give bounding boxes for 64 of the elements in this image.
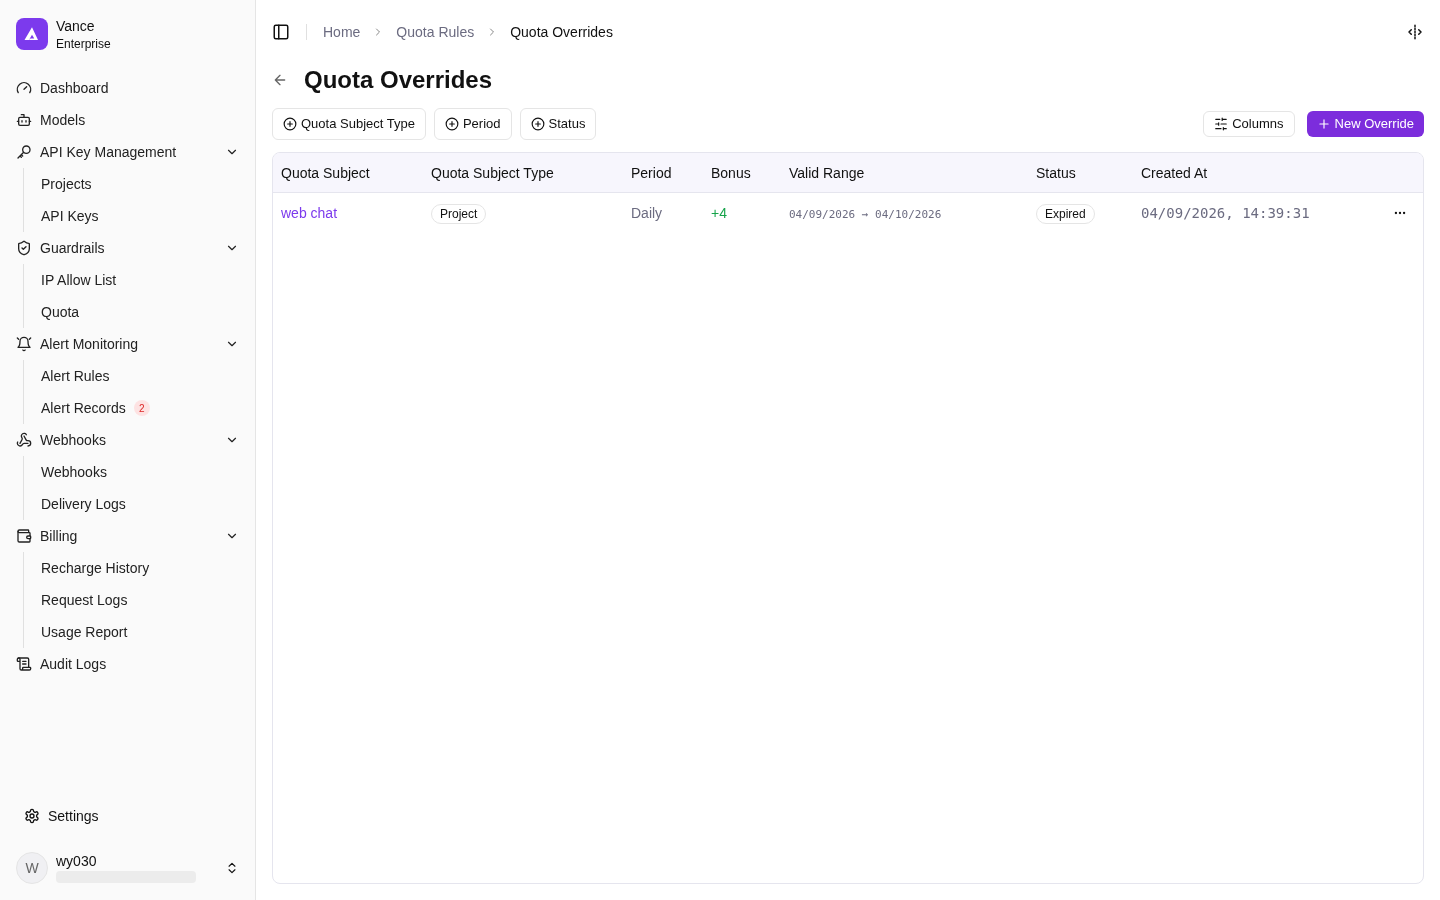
key-icon — [16, 144, 32, 160]
avatar: W — [16, 852, 48, 884]
column-header: Created At — [1141, 164, 1208, 181]
sidebar-item[interactable]: Dashboard — [16, 72, 239, 104]
brand-plan: Enterprise — [56, 36, 111, 52]
sidebar-item[interactable]: IP Allow List — [41, 270, 117, 290]
filter-button[interactable]: Status — [519, 108, 597, 140]
sidebar-item[interactable]: API Key Management — [16, 136, 239, 168]
resize-icon[interactable] — [1406, 23, 1424, 41]
sidebar-item[interactable]: Recharge History — [41, 558, 150, 578]
sidebar-item[interactable]: Billing — [16, 520, 239, 552]
sidebar-item[interactable]: Webhooks — [41, 462, 107, 482]
robot-icon — [16, 112, 32, 128]
sidebar-item[interactable]: Alert Rules — [41, 366, 110, 386]
settings-item[interactable]: Settings — [16, 800, 239, 832]
sidebar-item[interactable]: Usage Report — [41, 622, 128, 642]
column-header: Quota Subject — [281, 164, 370, 181]
sidebar-item[interactable]: Webhooks — [16, 424, 239, 456]
brand-name: Vance — [56, 17, 96, 36]
count-badge: 2 — [133, 400, 150, 416]
breadcrumb-item: Quota Overrides — [510, 23, 613, 42]
sidebar-item[interactable]: Audit Logs — [16, 648, 239, 680]
column-header: Bonus — [711, 164, 751, 181]
filter-button[interactable]: Period — [433, 108, 512, 140]
webhook-icon — [16, 432, 32, 448]
sliders-icon — [1214, 117, 1229, 131]
logo-icon — [16, 18, 48, 50]
sidebar-item[interactable]: Projects — [41, 174, 92, 194]
plus-circle-icon — [444, 117, 459, 131]
plus-icon — [1316, 117, 1331, 131]
column-header: Valid Range — [789, 164, 865, 181]
user-name: wy030 — [56, 853, 98, 871]
subject-link[interactable]: web chat — [281, 205, 338, 221]
table-cell: +4 — [711, 205, 727, 221]
filter-button[interactable]: Quota Subject Type — [272, 108, 426, 140]
plus-circle-icon — [530, 117, 545, 131]
column-header: Quota Subject Type — [431, 164, 554, 181]
sidebar-item[interactable]: Guardrails — [16, 232, 239, 264]
plus-circle-icon — [283, 117, 297, 131]
sidebar-item[interactable]: Delivery Logs — [41, 494, 126, 514]
bell-icon — [16, 336, 32, 352]
sidebar-item[interactable]: Alert Records — [41, 398, 126, 418]
sidebar-item[interactable]: Alert Monitoring — [16, 328, 239, 360]
table-cell-text: 04/09/2026, 14:39:31 — [1141, 204, 1311, 223]
columns-button[interactable]: Columns — [1203, 111, 1295, 137]
column-header: Status — [1036, 164, 1076, 181]
breadcrumb-item[interactable]: Home — [323, 22, 361, 42]
table-cell: Daily — [631, 205, 663, 221]
gauge-icon — [16, 80, 32, 96]
sidebar-item[interactable]: Models — [16, 104, 239, 136]
column-header: Period — [631, 164, 672, 181]
new-override-button[interactable]: New Override — [1306, 111, 1424, 137]
scroll-icon — [16, 656, 32, 672]
breadcrumb-item[interactable]: Quota Rules — [396, 22, 475, 42]
settings-icon — [24, 808, 40, 824]
wallet-icon — [16, 528, 32, 544]
sidebar-item[interactable]: Request Logs — [41, 590, 128, 610]
sidebar-item[interactable]: API Keys — [41, 206, 99, 226]
sidebar-item[interactable]: Quota — [41, 302, 80, 322]
page-title: Quota Overrides — [304, 65, 493, 95]
sidebar-toggle-icon[interactable] — [272, 23, 290, 41]
back-arrow-icon[interactable] — [272, 72, 288, 88]
table-cell: 04/09/2026 → 04/10/2026 — [789, 208, 942, 221]
shield-check-icon — [16, 240, 32, 256]
